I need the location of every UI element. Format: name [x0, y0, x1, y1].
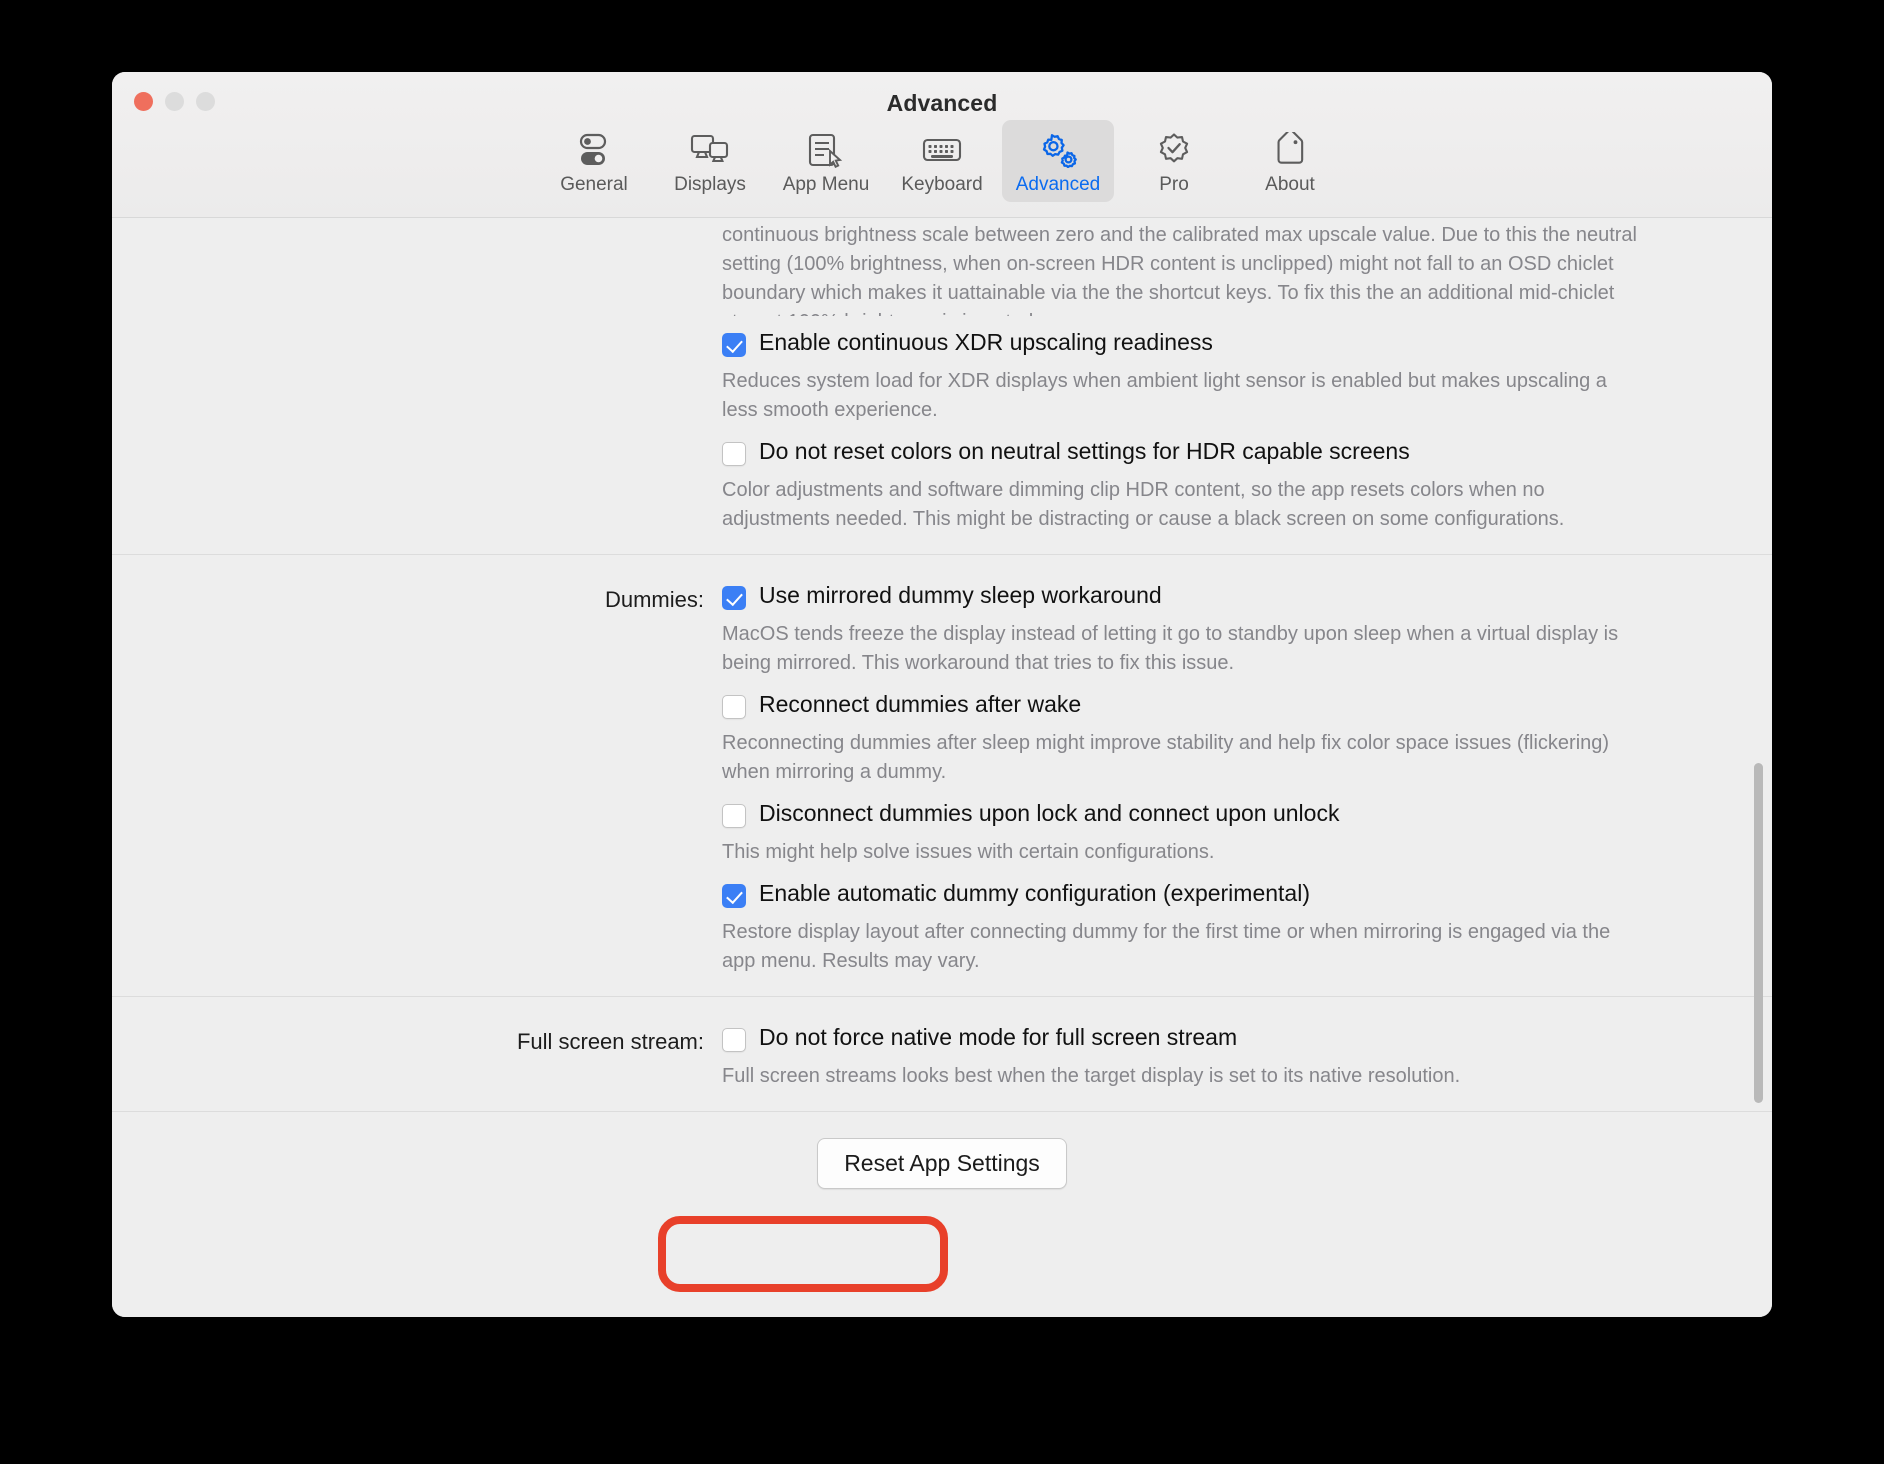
- checkbox-label: Do not force native mode for full screen…: [759, 1024, 1238, 1050]
- scrollbar-thumb[interactable]: [1754, 763, 1763, 1103]
- dummies-section: Dummies: Use mirrored dummy sleep workar…: [112, 555, 1772, 997]
- checkbox-reconnect-dummies-after-wake[interactable]: [722, 695, 746, 719]
- checkbox-label: Use mirrored dummy sleep workaround: [759, 582, 1162, 608]
- checkbox-description: Restore display layout after connecting …: [722, 921, 1611, 972]
- full-screen-stream-section: Full screen stream: Do not force native …: [112, 997, 1772, 1112]
- tab-pro[interactable]: Pro: [1118, 120, 1230, 202]
- checkbox-description: Reconnecting dummies after sleep might i…: [722, 732, 1610, 783]
- checkbox-description: Full screen streams looks best when the …: [722, 1065, 1461, 1087]
- toggles-icon: [571, 130, 617, 170]
- checkbox-do-not-force-native-mode[interactable]: [722, 1028, 746, 1052]
- checkbox-label: Enable continuous XDR upscaling readines…: [759, 329, 1213, 355]
- tab-displays[interactable]: Displays: [654, 120, 766, 202]
- preferences-window: Advanced General Displays App Menu Keybo…: [112, 72, 1772, 1317]
- tab-label: Advanced: [1015, 174, 1101, 195]
- section-gutter-label-dummies: Dummies:: [604, 587, 704, 612]
- tab-advanced[interactable]: Advanced: [1002, 120, 1114, 202]
- checkbox-label: Disconnect dummies upon lock and connect…: [759, 800, 1340, 826]
- checkbox-row-disconnect-dummies-upon-lock[interactable]: Disconnect dummies upon lock and connect…: [722, 800, 1716, 828]
- displays-icon: [687, 130, 733, 170]
- checkbox-label: Enable automatic dummy configuration (ex…: [759, 880, 1310, 906]
- keyboard-icon: [919, 130, 965, 170]
- tab-keyboard[interactable]: Keyboard: [886, 120, 998, 202]
- tab-label: Displays: [674, 174, 746, 195]
- checkbox-description: MacOS tends freeze the display instead o…: [722, 623, 1619, 674]
- app-menu-icon: [803, 130, 849, 170]
- window-titlebar: Advanced General Displays App Menu Keybo…: [112, 72, 1772, 217]
- tab-app-menu[interactable]: App Menu: [770, 120, 882, 202]
- checkbox-row-use-mirrored-dummy-sleep-workaround[interactable]: Use mirrored dummy sleep workaround: [722, 582, 1716, 610]
- tab-label: General: [560, 174, 628, 195]
- reset-button-highlight-annotation: [658, 1216, 948, 1292]
- tab-label: About: [1265, 174, 1315, 195]
- toolbar-tabs: General Displays App Menu Keyboard Advan…: [112, 120, 1772, 202]
- tab-label: Keyboard: [901, 174, 983, 195]
- checkbox-description: This might help solve issues with certai…: [722, 841, 1215, 863]
- reset-app-settings-button[interactable]: Reset App Settings: [817, 1138, 1067, 1189]
- checkbox-row-reconnect-dummies-after-wake[interactable]: Reconnect dummies after wake: [722, 691, 1716, 719]
- footer-actions: Reset App Settings: [112, 1112, 1772, 1219]
- tab-label: Pro: [1159, 174, 1189, 195]
- checkbox-enable-continuous-xdr-upscaling-readiness[interactable]: [722, 333, 746, 357]
- checkbox-label: Do not reset colors on neutral settings …: [759, 438, 1410, 464]
- tab-general[interactable]: General: [538, 120, 650, 202]
- window-title: Advanced: [886, 90, 998, 116]
- tab-about[interactable]: About: [1234, 120, 1346, 202]
- checkbox-disconnect-dummies-upon-lock[interactable]: [722, 804, 746, 828]
- xdr-intro-paragraph: When HDR upscaling is enabled while hard…: [722, 224, 1637, 316]
- tag-icon: [1267, 130, 1313, 170]
- xdr-section: When HDR upscaling is enabled while hard…: [112, 218, 1772, 555]
- settings-scroll-area[interactable]: When HDR upscaling is enabled while hard…: [112, 217, 1772, 1317]
- badge-check-icon: [1151, 130, 1197, 170]
- checkbox-row-do-not-force-native-mode[interactable]: Do not force native mode for full screen…: [722, 1024, 1716, 1052]
- checkbox-label: Reconnect dummies after wake: [759, 691, 1082, 717]
- checkbox-row-do-not-reset-colors-hdr[interactable]: Do not reset colors on neutral settings …: [722, 438, 1716, 466]
- screen: Advanced General Displays App Menu Keybo…: [0, 0, 1884, 1464]
- checkbox-use-mirrored-dummy-sleep-workaround[interactable]: [722, 586, 746, 610]
- settings-content: When HDR upscaling is enabled while hard…: [112, 218, 1772, 1219]
- tab-label: App Menu: [782, 174, 870, 195]
- checkbox-enable-automatic-dummy-configuration[interactable]: [722, 884, 746, 908]
- checkbox-do-not-reset-colors-hdr[interactable]: [722, 442, 746, 466]
- checkbox-row-enable-continuous-xdr-upscaling-readiness[interactable]: Enable continuous XDR upscaling readines…: [722, 329, 1716, 357]
- checkbox-row-enable-automatic-dummy-configuration[interactable]: Enable automatic dummy configuration (ex…: [722, 880, 1716, 908]
- vertical-scrollbar[interactable]: [1752, 218, 1766, 1317]
- checkbox-description: Reduces system load for XDR displays whe…: [722, 370, 1607, 421]
- gears-icon: [1035, 130, 1081, 170]
- section-gutter-label-full-screen-stream: Full screen stream:: [516, 1029, 704, 1054]
- checkbox-description: Color adjustments and software dimming c…: [722, 479, 1565, 530]
